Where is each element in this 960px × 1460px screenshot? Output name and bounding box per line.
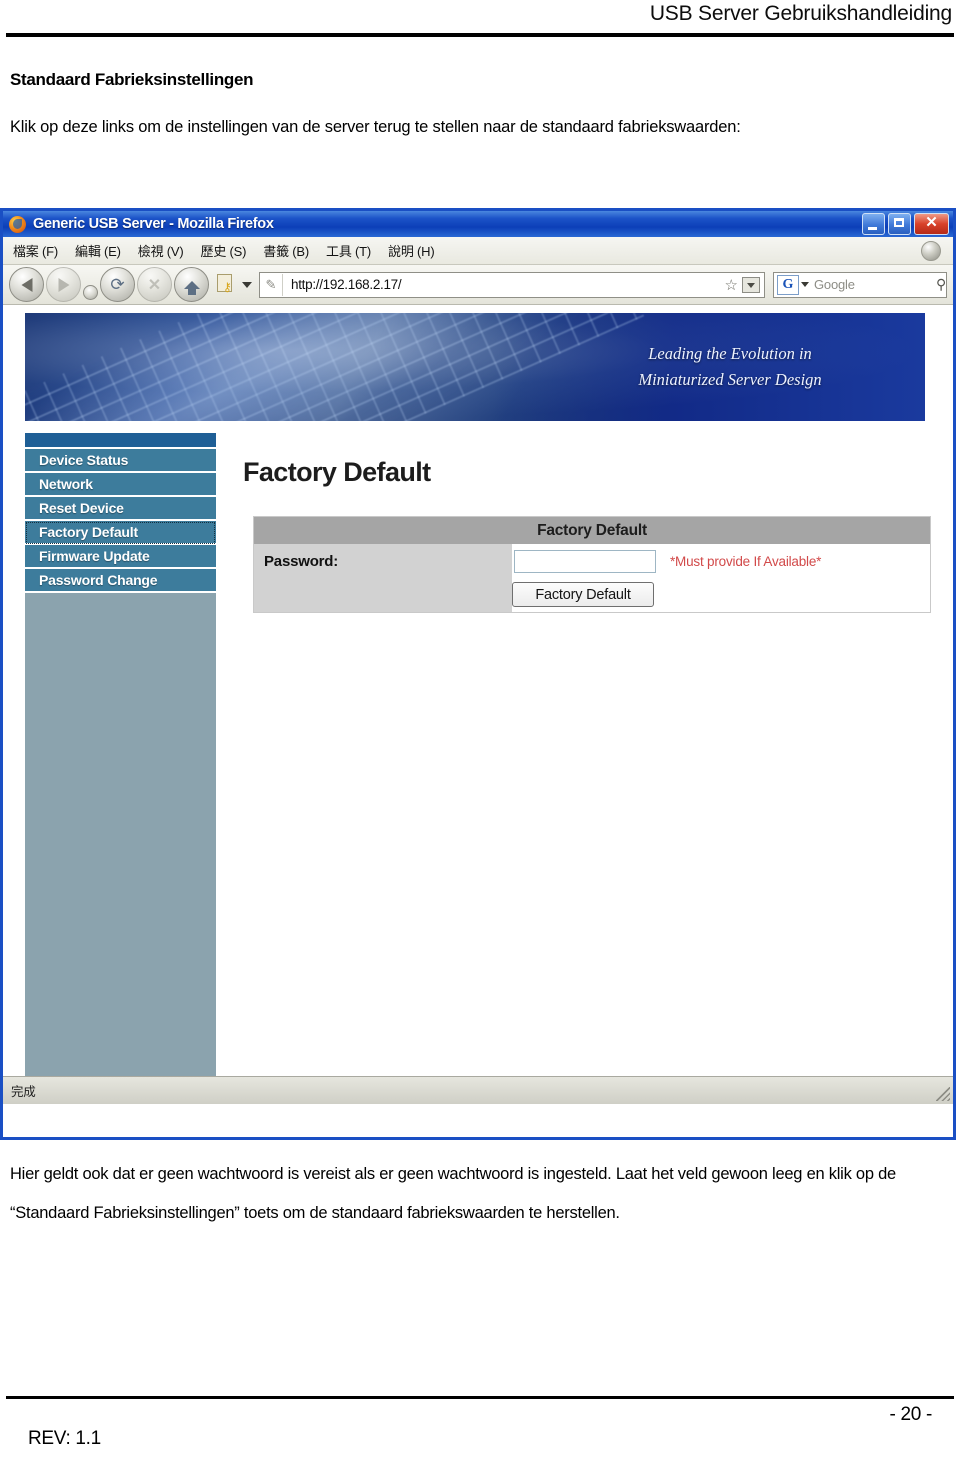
maximize-button[interactable] — [888, 213, 911, 235]
menu-item-view[interactable]: 檢視 (V) — [138, 241, 184, 260]
sidebar-item-label: Reset Device — [39, 500, 124, 516]
factory-default-button[interactable]: Factory Default — [512, 582, 654, 608]
document-header: USB Server Gebruikshandleiding — [0, 0, 960, 40]
menu-item-tools[interactable]: 工具 (T) — [326, 241, 371, 260]
revision-label: REV: 1.1 — [28, 1428, 101, 1449]
search-icon[interactable]: ⚲ — [930, 276, 946, 293]
back-button[interactable] — [9, 267, 44, 302]
sidebar-item-label: Password Change — [39, 572, 158, 588]
table-row-submit: Factory Default — [253, 578, 931, 612]
outro-paragraph: Hier geldt ook dat er geen wachtwoord is… — [10, 1165, 896, 1222]
banner-tagline-line2: Miniaturized Server Design — [638, 369, 822, 389]
banner-tagline: Leading the Evolution in Miniaturized Se… — [565, 341, 895, 392]
section-title: Standaard Fabrieksinstellingen — [10, 70, 254, 89]
toolbar-overflow-chevron-down-icon[interactable] — [242, 281, 252, 288]
key-icon: ⚷ — [223, 279, 232, 294]
sidebar-item-label: Factory Default — [39, 524, 138, 540]
menu-item-bookmarks[interactable]: 書籤 (B) — [263, 241, 309, 260]
history-dropdown-button[interactable] — [83, 285, 98, 300]
close-icon: ✕ — [925, 214, 938, 231]
document-header-title: USB Server Gebruikshandleiding — [649, 2, 952, 25]
table-header-row: Factory Default — [253, 516, 931, 544]
resize-grip-icon[interactable] — [936, 1087, 950, 1101]
sidebar-header-bar — [25, 433, 216, 449]
sidebar-item-label: Firmware Update — [39, 548, 150, 564]
table-row-password: Password: *Must provide If Available* — [253, 544, 931, 578]
forward-button[interactable] — [46, 267, 81, 302]
header-divider — [6, 33, 954, 37]
search-engine-chevron-down-icon[interactable] — [801, 282, 809, 287]
stop-button[interactable]: ✕ — [137, 267, 172, 302]
submit-button-cell: Factory Default — [512, 578, 931, 612]
sidebar-item-label: Device Status — [39, 452, 129, 468]
submit-row-spacer — [253, 578, 512, 612]
url-input[interactable]: http://192.168.2.17/ — [283, 277, 721, 292]
page-viewport: Leading the Evolution in Miniaturized Se… — [3, 305, 953, 1104]
home-icon — [183, 281, 200, 296]
window-title: Generic USB Server - Mozilla Firefox — [33, 216, 274, 232]
back-arrow-icon — [21, 277, 32, 292]
sidebar-item-network[interactable]: Network — [25, 473, 216, 497]
address-bar[interactable]: ✎ http://192.168.2.17/ ☆ — [259, 271, 765, 298]
page-number: - 20 - — [889, 1404, 932, 1425]
page-favicon-icon: ✎ — [260, 273, 283, 296]
reload-icon: ⟳ — [110, 274, 125, 294]
page-title: Factory Default — [243, 457, 431, 487]
sidebar-item-password-change[interactable]: Password Change — [25, 569, 216, 593]
menu-item-edit[interactable]: 編輯 (E) — [75, 241, 121, 260]
status-text: 完成 — [11, 1085, 36, 1099]
browser-titlebar: Generic USB Server - Mozilla Firefox ✕ — [3, 211, 953, 237]
banner-tagline-line1: Leading the Evolution in — [648, 344, 812, 363]
window-controls: ✕ — [862, 213, 949, 235]
sidebar-item-label: Network — [39, 476, 93, 492]
stop-icon: ✕ — [147, 276, 162, 294]
throbber-icon — [921, 241, 941, 261]
browser-menubar: 檔案 (F) 編輯 (E) 檢視 (V) 歷史 (S) 書籤 (B) 工具 (T… — [3, 237, 953, 265]
sidebar-item-firmware-update[interactable]: Firmware Update — [25, 545, 216, 569]
browser-statusbar: 完成 — [3, 1076, 953, 1104]
google-logo-icon: G — [777, 274, 799, 295]
password-label: Password: — [253, 544, 512, 578]
password-input-cell — [512, 544, 664, 578]
password-input[interactable] — [514, 549, 656, 573]
main-content: Factory Default Factory Default Password… — [235, 433, 939, 613]
minimize-button[interactable] — [862, 213, 885, 235]
menu-item-file[interactable]: 檔案 (F) — [13, 241, 58, 260]
home-button[interactable] — [174, 267, 209, 302]
table-header-label: Factory Default — [253, 516, 931, 544]
bookmark-star-icon[interactable]: ☆ — [721, 276, 742, 294]
sidebar-item-reset-device[interactable]: Reset Device — [25, 497, 216, 521]
search-input[interactable]: Google — [814, 277, 930, 292]
address-dropdown-icon[interactable] — [742, 276, 760, 293]
browser-window: Generic USB Server - Mozilla Firefox ✕ 檔… — [0, 208, 956, 1140]
close-button[interactable]: ✕ — [914, 213, 949, 235]
password-hint: *Must provide If Available* — [664, 544, 931, 578]
bookmark-key-icon[interactable]: ⚷ — [215, 273, 237, 296]
sidebar-item-factory-default[interactable]: Factory Default — [25, 521, 216, 545]
factory-default-form-table: Factory Default Password: *Must provide … — [253, 516, 931, 613]
browser-navigation-toolbar: ⟳ ✕ ⚷ ✎ http://192.168.2.17/ ☆ G Google … — [3, 265, 953, 305]
footer-divider — [6, 1396, 954, 1399]
forward-arrow-icon — [58, 277, 69, 292]
sidebar-item-device-status[interactable]: Device Status — [25, 449, 216, 473]
sidebar-navigation: Device Status Network Reset Device Facto… — [25, 433, 216, 1104]
site-banner: Leading the Evolution in Miniaturized Se… — [25, 313, 925, 421]
search-bar[interactable]: G Google ⚲ — [773, 271, 947, 298]
reload-button[interactable]: ⟳ — [100, 267, 135, 302]
firefox-icon — [9, 215, 26, 233]
menu-item-history[interactable]: 歷史 (S) — [201, 241, 247, 260]
menu-item-help[interactable]: 說明 (H) — [388, 241, 435, 260]
intro-paragraph: Klik op deze links om de instellingen va… — [10, 118, 741, 136]
